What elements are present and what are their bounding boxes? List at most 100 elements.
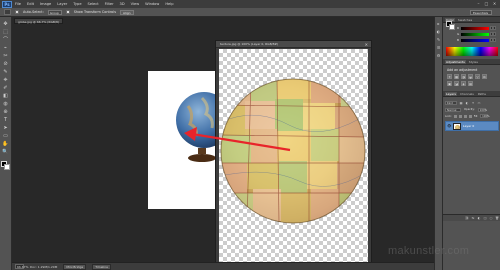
red-value[interactable]: 0 bbox=[490, 26, 496, 30]
properties-icon[interactable]: ☰ bbox=[436, 45, 441, 50]
panel-color-swatches[interactable] bbox=[446, 21, 455, 30]
workspace-dropdown[interactable]: Essentials bbox=[470, 10, 492, 15]
align-button[interactable]: Align bbox=[119, 9, 134, 15]
timeline-tab[interactable]: Timeline bbox=[92, 263, 111, 270]
photo-filter-icon[interactable]: ◪ bbox=[454, 81, 459, 86]
fill-field[interactable]: 100% bbox=[480, 114, 490, 118]
menu-window[interactable]: Window bbox=[145, 2, 159, 6]
clone-stamp-icon[interactable]: ✐ bbox=[2, 85, 9, 91]
tab-styles[interactable]: Styles bbox=[468, 60, 479, 64]
brush-tool-icon[interactable]: ⎈ bbox=[2, 77, 9, 83]
hand-tool-icon[interactable]: ✋ bbox=[2, 141, 9, 147]
filter-adjustment-icon[interactable]: ◐ bbox=[465, 101, 469, 105]
new-layer-icon[interactable]: ▢ bbox=[489, 216, 493, 220]
gradient-tool-icon[interactable]: ◍ bbox=[2, 101, 9, 107]
healing-brush-icon[interactable]: ✎ bbox=[2, 69, 9, 75]
green-slider[interactable] bbox=[461, 32, 489, 36]
menu-filter[interactable]: Filter bbox=[105, 2, 114, 6]
blue-value[interactable]: 0 bbox=[490, 38, 496, 42]
opacity-field[interactable]: 100% bbox=[477, 107, 487, 112]
expand-panels-icon[interactable]: ▸ bbox=[436, 21, 441, 26]
lock-position-icon[interactable] bbox=[463, 114, 467, 118]
shape-tool-icon[interactable]: ▭ bbox=[2, 133, 9, 139]
marquee-tool-icon[interactable]: ⬚ bbox=[2, 29, 9, 35]
exposure-icon[interactable]: ◒ bbox=[468, 74, 473, 79]
menu-3d[interactable]: 3D bbox=[120, 2, 125, 6]
dodge-tool-icon[interactable]: ⊕ bbox=[2, 109, 9, 115]
menu-file[interactable]: File bbox=[15, 2, 21, 6]
tab-channels[interactable]: Channels bbox=[459, 92, 475, 96]
lasso-tool-icon[interactable]: ⌒ bbox=[2, 37, 9, 43]
auto-select-dropdown[interactable]: Group bbox=[47, 9, 62, 15]
menu-image[interactable]: Image bbox=[40, 2, 51, 6]
tab-paths[interactable]: Paths bbox=[477, 92, 487, 96]
color-balance-icon[interactable]: ⚖ bbox=[482, 74, 487, 79]
layer-name[interactable]: Layer 0 bbox=[463, 124, 474, 128]
menu-view[interactable]: View bbox=[131, 2, 140, 6]
channel-mixer-icon[interactable]: ◈ bbox=[461, 81, 466, 86]
eye-icon[interactable]: 👁 bbox=[447, 124, 451, 128]
menu-help[interactable]: Help bbox=[165, 2, 173, 6]
show-transform-checkbox[interactable] bbox=[65, 10, 70, 14]
menu-edit[interactable]: Edit bbox=[27, 2, 34, 6]
filter-shape-icon[interactable]: ▭ bbox=[477, 101, 481, 105]
blend-mode-dropdown[interactable]: Normal bbox=[445, 107, 461, 112]
vibrance-icon[interactable]: ▽ bbox=[475, 74, 480, 79]
lock-pixels-icon[interactable] bbox=[458, 114, 462, 118]
texture-document-window[interactable]: texture.jpg @ 100% (Layer 0, RGB/8#) ✕ bbox=[215, 40, 372, 270]
eraser-tool-icon[interactable]: ◧ bbox=[2, 93, 9, 99]
delete-layer-icon[interactable]: 🗑 bbox=[495, 216, 499, 220]
lock-all-icon[interactable] bbox=[468, 114, 472, 118]
filter-kind-dropdown[interactable]: Kind bbox=[445, 100, 457, 105]
settings-icon[interactable]: ⚙ bbox=[436, 53, 441, 58]
green-value[interactable]: 0 bbox=[490, 32, 496, 36]
levels-icon[interactable]: ▦ bbox=[454, 74, 459, 79]
quick-select-tool-icon[interactable]: ⌁ bbox=[2, 45, 9, 51]
tab-adjustments[interactable]: Adjustments bbox=[445, 59, 466, 64]
menu-bar: Ps File Edit Image Layer Type Select Fil… bbox=[0, 0, 500, 8]
restore-button[interactable]: □ bbox=[484, 1, 489, 6]
link-layers-icon[interactable]: ⛓ bbox=[465, 216, 469, 220]
color-spectrum[interactable] bbox=[446, 47, 498, 56]
layer-style-icon[interactable]: fx bbox=[471, 216, 475, 220]
layer-row[interactable]: 👁 Layer 0 bbox=[445, 121, 499, 131]
filter-pixel-icon[interactable]: ▦ bbox=[459, 101, 463, 105]
move-tool-icon[interactable]: ✥ bbox=[2, 21, 9, 27]
mini-bridge-tab[interactable]: Mini Bridge bbox=[63, 263, 87, 270]
blue-slider[interactable] bbox=[461, 38, 489, 42]
menu-type[interactable]: Type bbox=[73, 2, 81, 6]
path-select-tool-icon[interactable]: ➤ bbox=[2, 125, 9, 131]
minimize-button[interactable]: – bbox=[476, 1, 481, 6]
tab-layers[interactable]: Layers bbox=[445, 91, 457, 96]
move-tool-preset-icon[interactable] bbox=[4, 9, 11, 15]
history-icon[interactable]: ◐ bbox=[436, 29, 441, 34]
red-slider[interactable] bbox=[461, 26, 489, 30]
auto-select-checkbox[interactable] bbox=[15, 10, 19, 14]
adjustment-layer-icon[interactable]: ◐ bbox=[477, 216, 481, 220]
document-titlebar[interactable]: texture.jpg @ 100% (Layer 0, RGB/8#) ✕ bbox=[216, 41, 371, 48]
transparent-canvas[interactable] bbox=[219, 49, 368, 267]
gradient-map-icon[interactable]: ▤ bbox=[468, 81, 473, 86]
panel-background-swatch[interactable] bbox=[449, 24, 455, 30]
zoom-level[interactable]: 66.67% bbox=[15, 264, 28, 269]
filter-type-icon[interactable]: T bbox=[471, 101, 475, 105]
color-swatches[interactable] bbox=[0, 161, 11, 171]
eyedropper-tool-icon[interactable]: ⊘ bbox=[2, 61, 9, 67]
collapsed-panel-strip: ▸ ◐ ✎ ☰ ⚙ bbox=[434, 17, 442, 270]
lock-transparency-icon[interactable] bbox=[453, 114, 457, 118]
document-close-icon[interactable]: ✕ bbox=[365, 41, 368, 48]
window-controls: – □ ✕ bbox=[476, 1, 497, 6]
type-tool-icon[interactable]: T bbox=[2, 117, 9, 123]
black-white-icon[interactable]: ▣ bbox=[447, 81, 452, 86]
zoom-tool-icon[interactable]: 🔍 bbox=[2, 149, 9, 155]
curves-icon[interactable]: ◑ bbox=[461, 74, 466, 79]
brightness-icon[interactable]: ☀ bbox=[447, 74, 452, 79]
new-group-icon[interactable]: ◫ bbox=[483, 216, 487, 220]
background-color-swatch[interactable] bbox=[3, 164, 10, 170]
close-button[interactable]: ✕ bbox=[492, 1, 497, 6]
brush-presets-icon[interactable]: ✎ bbox=[436, 37, 441, 42]
menu-layer[interactable]: Layer bbox=[57, 2, 67, 6]
crop-tool-icon[interactable]: ✂ bbox=[2, 53, 9, 59]
tab-swatches[interactable]: Swatches bbox=[457, 18, 473, 22]
menu-select[interactable]: Select bbox=[88, 2, 99, 6]
